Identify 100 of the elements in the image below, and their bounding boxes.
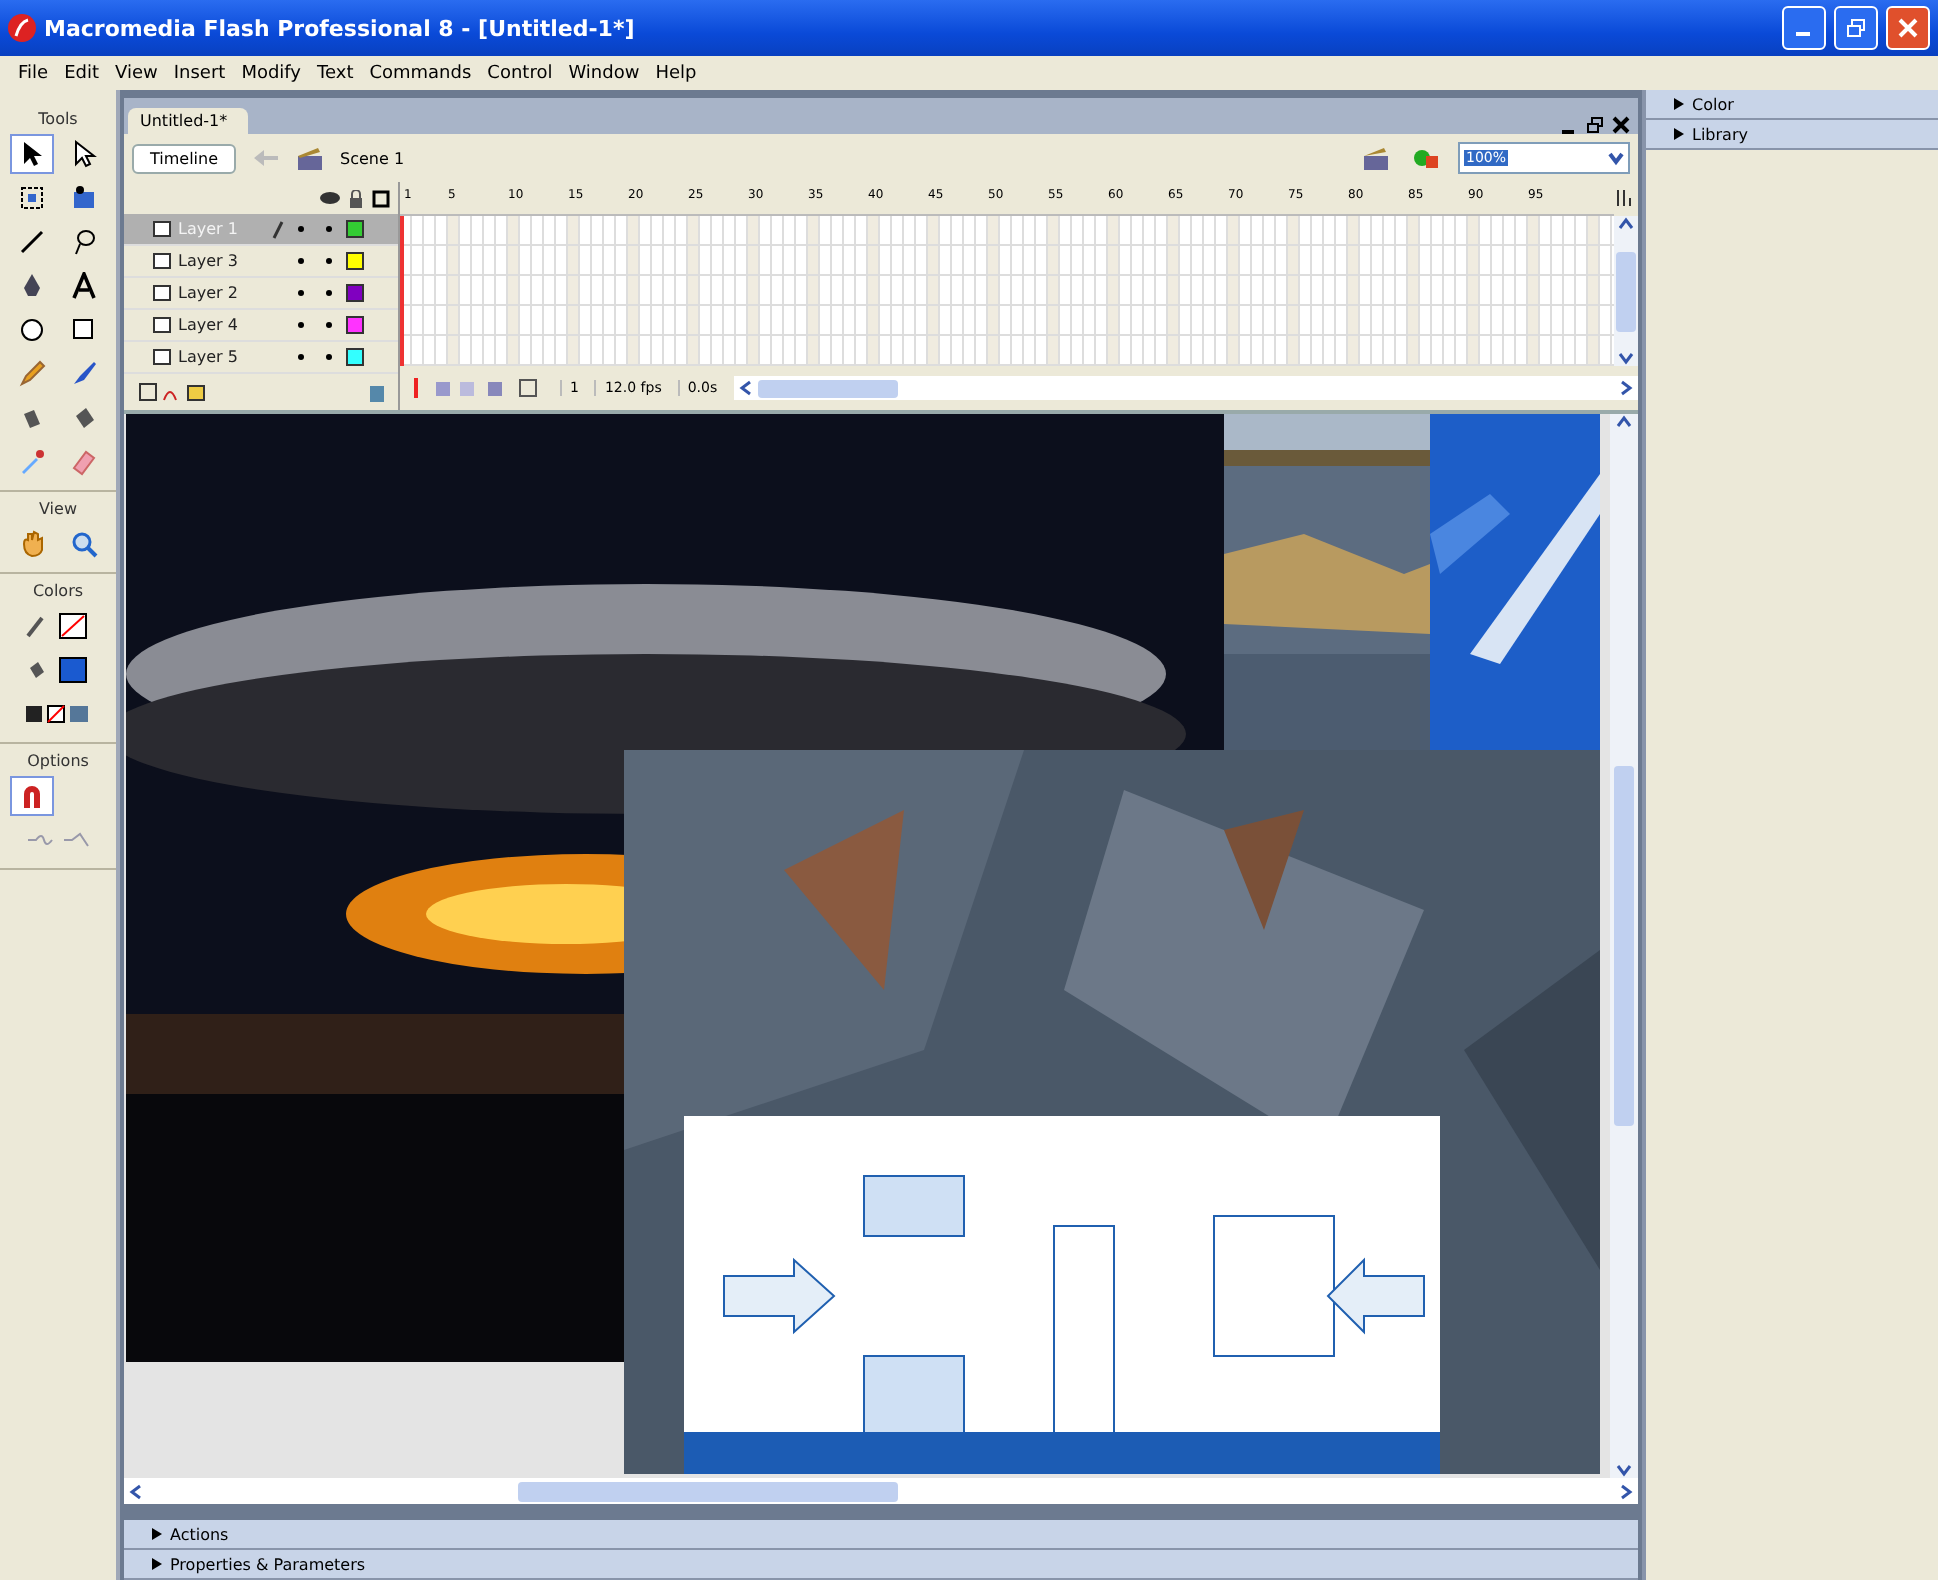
- panel-header[interactable]: Color: [1646, 90, 1938, 120]
- scroll-thumb[interactable]: [518, 1481, 898, 1501]
- layer-row[interactable]: Layer 4: [124, 310, 398, 342]
- menu-item[interactable]: Commands: [363, 63, 478, 83]
- smooth-straighten-icon: [24, 828, 92, 852]
- menu-item[interactable]: Window: [562, 63, 646, 83]
- panel-header[interactable]: Library: [1646, 120, 1938, 150]
- lasso-icon: [70, 228, 98, 256]
- unlocked-dot[interactable]: [326, 290, 332, 296]
- menu-item[interactable]: View: [109, 63, 164, 83]
- scroll-thumb[interactable]: [757, 379, 898, 397]
- scroll-thumb[interactable]: [1614, 766, 1634, 1126]
- scroll-up-icon[interactable]: [1614, 414, 1634, 430]
- magnet-icon: [18, 782, 46, 810]
- layer-name: Layer 5: [178, 348, 240, 366]
- close-icon: [1898, 18, 1918, 38]
- pen-icon: [18, 272, 46, 300]
- layer-color-swatch[interactable]: [346, 252, 364, 270]
- scroll-down-icon[interactable]: [1616, 350, 1636, 366]
- window-title: Macromedia Flash Professional 8 - [Untitled-1*]: [44, 15, 637, 41]
- layer-name: Layer 2: [178, 284, 240, 302]
- layer-row[interactable]: Layer 2: [124, 278, 398, 310]
- scroll-down-icon[interactable]: [1614, 1462, 1634, 1478]
- visible-dot[interactable]: [298, 354, 304, 360]
- menu-item[interactable]: Text: [311, 63, 360, 83]
- trash-icon[interactable]: [368, 382, 386, 402]
- menu-item[interactable]: File: [12, 63, 55, 83]
- center-frame-icon[interactable]: [408, 376, 424, 400]
- unlocked-dot[interactable]: [326, 258, 332, 264]
- paint-bucket-icon: [70, 404, 98, 432]
- minimize-button[interactable]: [1782, 6, 1826, 50]
- expand-arrow-icon: [1674, 128, 1684, 140]
- stage-scrollbar[interactable]: [124, 1478, 1638, 1504]
- frame-scrollbar[interactable]: [733, 376, 1638, 400]
- close-button[interactable]: [1886, 6, 1930, 50]
- add-layer-icon[interactable]: [136, 382, 208, 402]
- layer-row[interactable]: Layer 5: [124, 342, 398, 374]
- text-tool-icon: [70, 272, 98, 300]
- menu-item[interactable]: Modify: [235, 63, 308, 83]
- pencil-icon: [272, 219, 284, 239]
- clapperboard-icon: [296, 146, 325, 170]
- brush-icon: [70, 360, 98, 388]
- expand-arrow-icon: [152, 1528, 162, 1540]
- hand-icon: [18, 530, 46, 558]
- visible-dot[interactable]: [298, 322, 304, 328]
- expand-arrow-icon: [152, 1558, 162, 1570]
- layer-row[interactable]: Layer 3: [124, 246, 398, 278]
- visible-dot[interactable]: [298, 290, 304, 296]
- unlocked-dot[interactable]: [326, 226, 332, 232]
- search-icon: [70, 530, 98, 558]
- line-icon: [18, 228, 46, 256]
- arrow-icon: [18, 140, 46, 168]
- layer-color-swatch[interactable]: [346, 284, 364, 302]
- section-title: Colors: [30, 582, 86, 600]
- flash-logo-icon: [8, 14, 36, 42]
- transform-icon: [18, 184, 46, 212]
- lock-icon[interactable]: [348, 189, 364, 207]
- unlocked-dot[interactable]: [326, 354, 332, 360]
- section-title: Options: [25, 752, 91, 770]
- restore-icon: [1846, 18, 1866, 38]
- layer-color-swatch[interactable]: [346, 348, 364, 366]
- outline-icon[interactable]: [372, 189, 390, 207]
- edit-scene-icon[interactable]: [1362, 144, 1394, 172]
- layer-color-swatch[interactable]: [346, 220, 364, 238]
- panel-header[interactable]: Actions: [124, 1520, 1638, 1550]
- close-icon[interactable]: [1612, 116, 1630, 134]
- pencil-icon: [18, 360, 46, 388]
- menu-item[interactable]: Insert: [167, 63, 232, 83]
- visible-dot[interactable]: [298, 258, 304, 264]
- expand-arrow-icon: [1674, 98, 1684, 110]
- arrow-icon: [70, 140, 98, 168]
- color-swap-icon: [24, 702, 92, 726]
- layer-name: Layer 1: [178, 220, 240, 238]
- timeline-button[interactable]: Timeline: [132, 143, 237, 173]
- stroke-color-icon: [24, 612, 92, 640]
- edit-symbol-icon[interactable]: [1410, 144, 1442, 172]
- ink-bottle-icon: [18, 404, 46, 432]
- layer-scrollbar[interactable]: [1614, 216, 1638, 366]
- layer-name: Layer 3: [178, 252, 240, 270]
- layer-color-swatch[interactable]: [346, 316, 364, 334]
- panel-header[interactable]: Properties & Parameters: [124, 1550, 1638, 1580]
- scene-label[interactable]: Scene 1: [340, 149, 405, 167]
- document-tab[interactable]: Untitled-1*: [128, 108, 248, 134]
- layer-name: Layer 4: [178, 316, 240, 334]
- menu-item[interactable]: Edit: [58, 63, 105, 83]
- eye-icon[interactable]: [320, 190, 340, 206]
- menu-item[interactable]: Help: [649, 63, 703, 83]
- visible-dot[interactable]: [298, 226, 304, 232]
- scroll-thumb[interactable]: [1616, 251, 1636, 331]
- scroll-up-icon[interactable]: [1616, 216, 1636, 232]
- restore-button[interactable]: [1834, 6, 1878, 50]
- oval-icon: [18, 316, 46, 344]
- stage-scrollbar[interactable]: [1610, 414, 1638, 1478]
- restore-icon[interactable]: [1586, 116, 1604, 134]
- gradient-icon: [70, 184, 98, 212]
- section-title: View: [37, 500, 79, 518]
- menu-item[interactable]: Control: [481, 63, 559, 83]
- tool-button[interactable]: [10, 134, 54, 174]
- eyedropper-icon: [18, 448, 46, 476]
- unlocked-dot[interactable]: [326, 322, 332, 328]
